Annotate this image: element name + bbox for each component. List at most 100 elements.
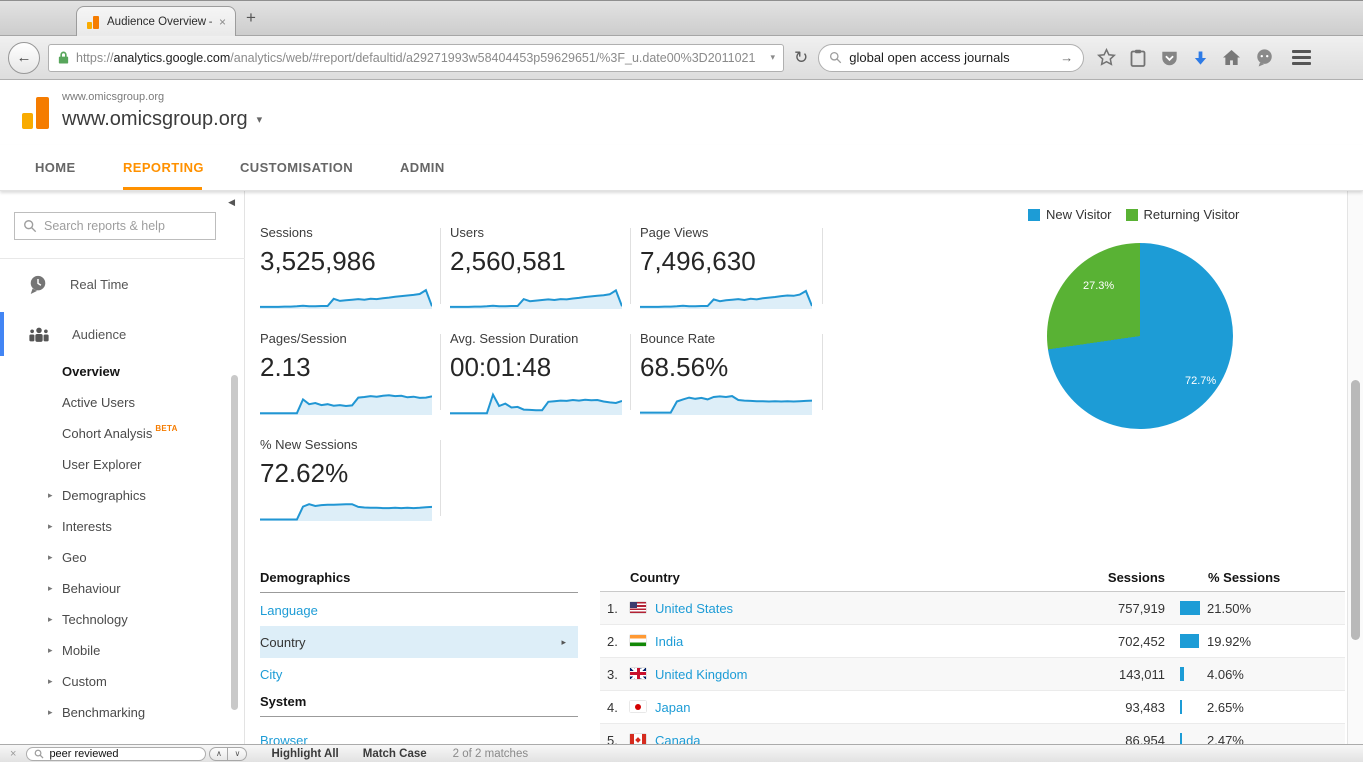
menu-hamburger-icon[interactable] [1292,50,1311,65]
row-rank: 2. [607,634,618,649]
metric-card-avg-duration[interactable]: Avg. Session Duration 00:01:48 [450,331,626,420]
pocket-icon[interactable] [1160,49,1179,67]
beta-badge: BETA [155,424,177,433]
ca-flag-icon [630,734,646,744]
metric-card-bounce-rate[interactable]: Bounce Rate 68.56% [640,331,816,420]
sidebar-item-user-explorer[interactable]: User Explorer [62,449,236,480]
sparkline [450,279,626,314]
metric-card-users[interactable]: Users 2,560,581 [450,225,626,314]
reports-search-box[interactable] [14,212,216,240]
sidebar-item-custom[interactable]: ▸Custom [62,666,236,697]
sparkline [640,279,816,314]
country-link[interactable]: United States [655,601,733,616]
sidebar-collapse-icon[interactable]: ◀ [228,197,235,208]
tab-customisation[interactable]: CUSTOMISATION [240,145,353,190]
gb-flag-icon [630,668,646,679]
sidebar-item-real-time[interactable]: Real Time [0,262,244,306]
sidebar-item-interests[interactable]: ▸Interests [62,511,236,542]
sidebar-scrollbar-thumb[interactable] [231,375,238,710]
tab-reporting[interactable]: REPORTING [123,145,204,190]
metric-card-pages-session[interactable]: Pages/Session 2.13 [260,331,436,420]
sidebar-item-demographics[interactable]: ▸Demographics [62,480,236,511]
firefox-window: Audience Overview – Anal... × + ← https:… [0,0,1363,762]
sidebar-item-cohort-analysis[interactable]: Cohort AnalysisBETA [62,418,236,449]
sidebar-item-geo[interactable]: ▸Geo [62,542,236,573]
pie-label-new: 72.7% [1185,375,1216,387]
find-next-button[interactable]: ∨ [228,747,247,761]
chat-icon[interactable] [1255,48,1274,67]
find-previous-button[interactable]: ∧ [209,747,228,761]
row-rank: 1. [607,601,618,616]
country-row: 4.Japan93,4832.65% [600,691,1345,724]
country-link[interactable]: Japan [655,700,690,715]
country-link[interactable]: United Kingdom [655,667,748,682]
browser-tab-strip: Audience Overview – Anal... × + [0,0,1363,36]
row-rank: 5. [607,733,618,744]
sparkline [260,385,436,420]
search-go-icon[interactable]: → [1060,50,1073,65]
findbar-close-icon[interactable]: × [10,748,16,760]
pct-bar [1180,601,1200,615]
reports-search-input[interactable] [44,219,207,233]
metric-card-pageviews[interactable]: Page Views 7,496,630 [640,225,816,314]
card-divider [440,440,441,516]
pct-value: 19.92% [1207,634,1251,649]
url-dropdown-icon[interactable]: ▾ [770,52,775,63]
tab-close-icon[interactable]: × [219,15,226,29]
property-selector[interactable]: www.omicsgroup.org ▾ [62,108,262,131]
sidebar-item-overview[interactable]: Overview [62,356,236,387]
scrollbar-thumb[interactable] [1351,380,1360,640]
metric-card-new-sessions[interactable]: % New Sessions 72.62% [260,437,436,526]
tab-home[interactable]: HOME [35,145,76,190]
new-tab-button[interactable]: + [246,8,256,28]
pct-value: 4.06% [1207,667,1244,682]
pct-value: 2.65% [1207,700,1244,715]
reload-button[interactable]: ↻ [794,48,808,68]
demo-row-country[interactable]: Country▸ [260,626,578,658]
country-row: 5.Canada86,9542.47% [600,724,1345,744]
sidebar-item-technology[interactable]: ▸Technology [62,604,236,635]
highlight-all-button[interactable]: Highlight All [271,748,338,760]
sidebar: ◀ Real Time Audience OverviewActive User… [0,190,245,744]
sidebar-item-behaviour[interactable]: ▸Behaviour [62,573,236,604]
pct-bar [1180,634,1199,648]
visitor-pie-chart[interactable] [1047,243,1233,429]
download-icon[interactable] [1193,50,1208,66]
match-case-button[interactable]: Match Case [363,748,427,760]
page-scrollbar[interactable] [1347,190,1363,744]
url-text: https://analytics.google.com/analytics/w… [76,51,764,65]
sparkline [260,279,436,314]
country-link[interactable]: Canada [655,733,701,744]
browser-search-bar[interactable]: → [818,44,1084,72]
demo-row-language[interactable]: Language [260,594,578,626]
back-button[interactable]: ← [8,42,40,74]
find-input-box[interactable] [26,747,206,761]
bookmark-star-icon[interactable] [1097,48,1116,67]
reading-list-icon[interactable] [1130,49,1146,67]
pie-legend: New Visitor Returning Visitor [1028,207,1239,222]
demo-row-browser[interactable]: Browser [260,724,578,744]
pct-value: 2.47% [1207,733,1244,744]
sidebar-item-benchmarking[interactable]: ▸Benchmarking [62,697,236,728]
find-input[interactable] [49,748,198,760]
card-divider [630,334,631,410]
country-link[interactable]: India [655,634,683,649]
legend-swatch-icon [1028,209,1040,221]
expand-caret-icon: ▸ [48,521,53,532]
sidebar-item-active-users[interactable]: Active Users [62,387,236,418]
system-header: System [260,694,578,717]
tab-admin[interactable]: ADMIN [400,145,445,190]
sidebar-item-mobile[interactable]: ▸Mobile [62,635,236,666]
search-input[interactable] [849,50,1053,65]
url-bar[interactable]: https://analytics.google.com/analytics/w… [48,44,784,72]
sidebar-item-audience[interactable]: Audience [0,312,244,356]
browser-tab[interactable]: Audience Overview – Anal... × [76,6,236,37]
home-icon[interactable] [1222,49,1241,66]
sessions-value: 143,011 [1080,667,1165,682]
chevron-down-icon: ▾ [257,113,263,126]
demo-row-city[interactable]: City [260,658,578,690]
us-flag-icon [630,602,646,613]
sparkline [640,385,816,420]
metric-card-sessions[interactable]: Sessions 3,525,986 [260,225,436,314]
search-icon [34,749,44,759]
